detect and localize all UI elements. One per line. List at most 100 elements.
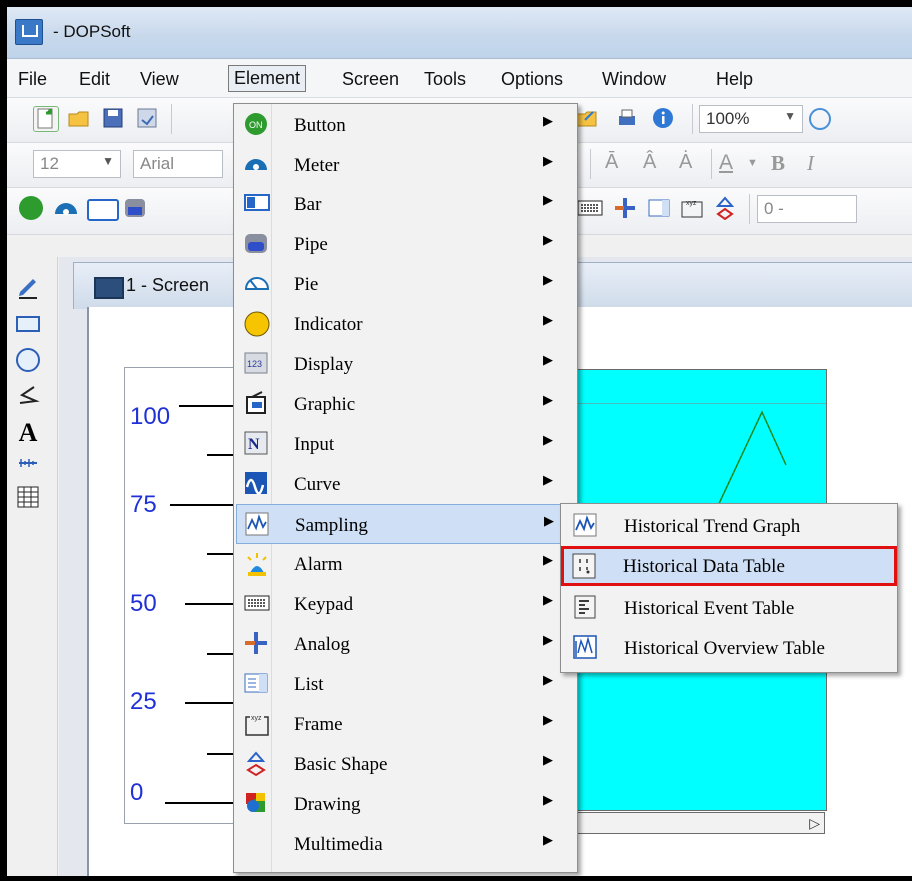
graph-scrollbar[interactable]: ▷ (565, 812, 825, 834)
menu-window[interactable]: Window (597, 67, 671, 92)
pie-icon (244, 271, 270, 295)
analog-icon (244, 631, 268, 655)
new-file-icon[interactable] (33, 106, 59, 132)
rectangle-icon[interactable] (12, 311, 44, 343)
scale-tool-icon[interactable] (12, 451, 44, 483)
font-name-select[interactable]: Arial (133, 150, 223, 178)
menu-bar: File Edit View Element Screen Tools Opti… (7, 59, 912, 98)
submenu-item-historical-event-table[interactable]: Historical Event Table (563, 588, 895, 628)
menu-item-input[interactable]: N Input ▶ (236, 424, 575, 464)
submenu-arrow-icon: ▶ (543, 153, 553, 168)
list-icon (244, 671, 268, 695)
font-name-value: Arial (140, 154, 175, 173)
font-color-icon[interactable]: A (719, 151, 743, 175)
numeric-field[interactable]: 0 - (757, 195, 857, 223)
meter-major-tick (185, 603, 235, 605)
save-icon[interactable] (101, 106, 125, 130)
curve-icon (244, 471, 268, 495)
menu-item-bar[interactable]: Bar ▶ (236, 184, 575, 224)
pipe-icon[interactable] (123, 196, 147, 220)
toolbar-separator (590, 149, 591, 179)
menu-item-alarm[interactable]: Alarm ▶ (236, 544, 575, 584)
info-icon[interactable] (651, 106, 675, 130)
text-align-top-icon[interactable]: Ā (605, 151, 629, 175)
menu-item-meter[interactable]: Meter ▶ (236, 145, 575, 185)
submenu-arrow-icon: ▶ (543, 192, 553, 207)
submenu-item-label: Historical Event Table (624, 598, 795, 619)
menu-help[interactable]: Help (711, 67, 758, 92)
export-icon[interactable] (575, 106, 599, 130)
menu-item-button[interactable]: ON Button ▶ (236, 105, 575, 145)
basic-shape-icon[interactable] (713, 196, 737, 221)
menu-item-pipe[interactable]: Pipe ▶ (236, 224, 575, 264)
pencil-icon[interactable] (12, 275, 44, 307)
submenu-item-historical-trend-graph[interactable]: Historical Trend Graph (563, 506, 895, 546)
menu-item-basic-shape[interactable]: Basic Shape ▶ (236, 744, 575, 784)
meter-major-tick (185, 702, 235, 704)
font-size-select[interactable]: 12 ▼ (33, 150, 121, 178)
svg-text:N: N (248, 436, 260, 453)
text-tool-icon[interactable]: A (12, 417, 44, 449)
bold-icon[interactable]: B (771, 151, 795, 175)
analog-icon[interactable] (613, 196, 637, 220)
meter-minor-tick (207, 454, 235, 456)
menu-item-frame[interactable]: xyz Frame ▶ (236, 704, 575, 744)
menu-item-drawing[interactable]: Drawing ▶ (236, 784, 575, 824)
button-on-icon[interactable] (19, 196, 43, 220)
submenu-arrow-icon: ▶ (544, 513, 554, 528)
menu-item-list[interactable]: List ▶ (236, 664, 575, 704)
menu-item-display[interactable]: 123 Display ▶ (236, 344, 575, 384)
toolbar-separator (171, 104, 172, 134)
toolbar-separator (692, 104, 693, 134)
table-tool-icon[interactable] (12, 485, 44, 517)
menu-screen[interactable]: Screen (337, 67, 404, 92)
menu-item-graphic[interactable]: Graphic ▶ (236, 384, 575, 424)
open-folder-icon[interactable] (67, 106, 91, 130)
menu-item-indicator[interactable]: Indicator ▶ (236, 304, 575, 344)
menu-item-pie[interactable]: Pie ▶ (236, 264, 575, 304)
menu-file[interactable]: File (13, 67, 52, 92)
menu-item-label: Analog (294, 634, 350, 655)
menu-item-curve[interactable]: Curve ▶ (236, 464, 575, 504)
menu-item-label: Button (294, 115, 346, 136)
submenu-item-historical-overview-table[interactable]: Historical Overview Table (563, 628, 895, 668)
menu-item-multimedia[interactable]: Multimedia ▶ (236, 824, 575, 864)
menu-item-analog[interactable]: Analog ▶ (236, 624, 575, 664)
menu-view[interactable]: View (135, 67, 184, 92)
meter-minor-tick (207, 553, 235, 555)
zoom-in-icon[interactable] (809, 108, 831, 130)
keypad-icon[interactable] (577, 196, 603, 220)
scroll-right-icon[interactable]: ▷ (809, 815, 820, 832)
save-as-icon[interactable] (135, 106, 159, 130)
menu-element[interactable]: Element (228, 65, 307, 92)
meter-scale-label: 25 (130, 688, 157, 715)
list-icon[interactable] (647, 196, 671, 220)
menu-item-keypad[interactable]: Keypad ▶ (236, 584, 575, 624)
menu-options[interactable]: Options (496, 67, 568, 92)
menu-item-label: Pipe (294, 234, 328, 255)
submenu-item-historical-data-table[interactable]: Historical Data Table (561, 546, 897, 586)
chevron-down-icon[interactable]: ▼ (747, 157, 771, 181)
dopsoft-app-icon[interactable] (15, 19, 43, 45)
text-align-bottom-icon[interactable]: Ȧ (679, 151, 703, 175)
menu-item-sampling[interactable]: Sampling ▶ (236, 504, 575, 544)
frame-icon[interactable]: xyz (679, 196, 703, 220)
italic-icon[interactable]: I (807, 151, 831, 175)
submenu-arrow-icon: ▶ (543, 552, 553, 567)
meter-scale-label: 50 (130, 590, 157, 617)
meter-scale-label: 75 (130, 491, 157, 518)
print-icon[interactable] (615, 106, 639, 130)
meter-icon[interactable] (53, 196, 77, 220)
menu-item-label: Drawing (294, 794, 361, 815)
submenu-arrow-icon: ▶ (543, 592, 553, 607)
svg-text:123: 123 (247, 359, 262, 369)
menu-item-label: Sampling (295, 515, 368, 536)
menu-edit[interactable]: Edit (74, 67, 115, 92)
ellipse-icon[interactable] (12, 347, 44, 379)
bar-icon[interactable] (87, 199, 119, 221)
polyline-icon[interactable] (12, 383, 44, 415)
menu-tools[interactable]: Tools (419, 67, 471, 92)
menu-item-label: Indicator (294, 314, 363, 335)
text-align-middle-icon[interactable]: Â (643, 151, 667, 175)
zoom-select[interactable]: 100% ▼ (699, 105, 803, 133)
